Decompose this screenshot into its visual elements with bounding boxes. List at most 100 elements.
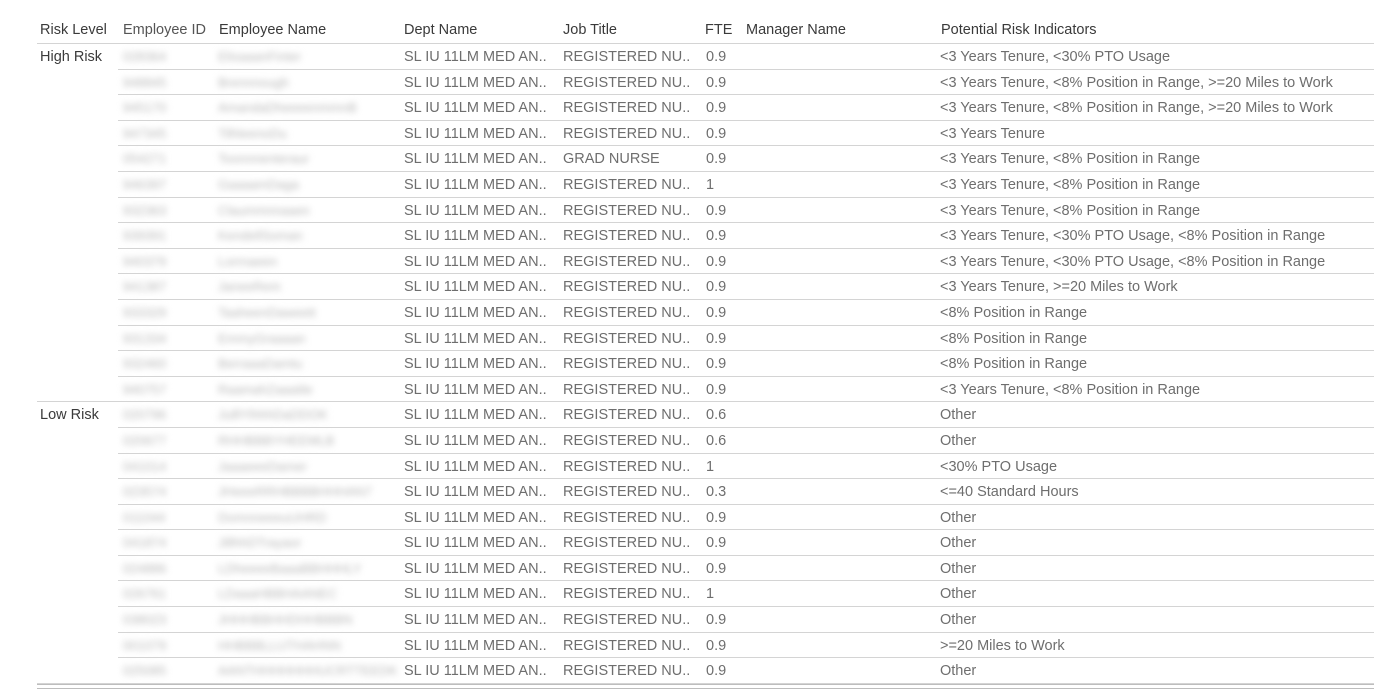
- table-row[interactable]: 940379 Lorrnaeen SL IU 11LM MED AN.. REGIST…: [118, 249, 1374, 275]
- employee-name-cell: LDaaaHBBHAANEC: [218, 586, 338, 602]
- job-title-cell: REGISTERED NU..: [563, 176, 691, 193]
- employee-name-cell: Lorrnaeen: [218, 253, 278, 269]
- dept-name-cell: SL IU 11LM MED AN..: [404, 560, 547, 577]
- fte-cell: 0.9: [706, 330, 727, 347]
- fte-cell: 0.6: [706, 432, 727, 449]
- risk-indicators-cell: <8% Position in Range: [940, 304, 1088, 321]
- risk-indicators-cell: <3 Years Tenure, <30% PTO Usage, <8% Pos…: [940, 253, 1326, 270]
- employee-id-cell: 028364: [123, 49, 167, 64]
- employee-id-cell: 946397: [123, 176, 167, 192]
- fte-cell: 0.9: [706, 304, 727, 321]
- header-fte[interactable]: FTE: [705, 22, 732, 38]
- risk-indicators-cell: Other: [940, 612, 977, 629]
- dept-name-cell: SL IU 11LM MED AN..: [404, 125, 547, 142]
- risk-indicators-cell: <3 Years Tenure, <8% Position in Range, …: [940, 74, 1333, 91]
- dept-name-cell: SL IU 11LM MED AN..: [404, 612, 547, 629]
- employee-id-cell: 932363: [123, 202, 167, 218]
- table-row[interactable]: 038023 JHHHBBHHDHHBBBN SL IU 11LM MED AN..…: [118, 607, 1374, 633]
- table-header-row: Risk Level Employee ID Employee Name Dep…: [37, 18, 1374, 44]
- table-row[interactable]: 041874 JillhhDTrayaor SL IU 11LM MED AN.. R…: [118, 530, 1374, 556]
- fte-cell: 0.9: [706, 535, 727, 552]
- fte-cell: 0.9: [706, 151, 727, 168]
- table-row[interactable]: 931334 EmmyGraaaan SL IU 11LM MED AN.. REGI…: [118, 326, 1374, 352]
- dept-name-cell: SL IU 11LM MED AN..: [404, 228, 547, 245]
- dept-name-cell: SL IU 11LM MED AN..: [404, 484, 547, 501]
- employee-name-cell: JaaaeeeDamer: [218, 458, 307, 474]
- table-row[interactable]: 939391 KendellSoman SL IU 11LM MED AN.. REG…: [118, 223, 1374, 249]
- dept-name-cell: SL IU 11LM MED AN..: [404, 535, 547, 552]
- table-row[interactable]: 945170 AmandaDheeeenmmnB SL IU 11LM MED AN…: [118, 95, 1374, 121]
- fte-cell: 0.9: [706, 100, 727, 117]
- employee-id-cell: 001079: [123, 637, 167, 653]
- risk-indicators-cell: Other: [940, 586, 977, 603]
- table-row[interactable]: 001079 HHBBBLLUTHAHNN SL IU 11LM MED AN.. R…: [118, 633, 1374, 659]
- employee-name-cell: AmandaDheeeenmmnB: [218, 100, 357, 116]
- table-row[interactable]: 026761 LDaaaHBBHAANEC SL IU 11LM MED AN.. R…: [118, 581, 1374, 608]
- job-title-cell: REGISTERED NU..: [563, 407, 691, 424]
- risk-indicators-cell: Other: [940, 560, 977, 577]
- job-title-cell: REGISTERED NU..: [563, 253, 691, 270]
- employee-id-cell: 041014: [123, 458, 167, 474]
- dept-name-cell: SL IU 11LM MED AN..: [404, 663, 547, 680]
- employee-name-cell: Toonnnenteraur: [218, 151, 310, 167]
- job-title-cell: REGISTERED NU..: [563, 228, 691, 245]
- dept-name-cell: SL IU 11LM MED AN..: [404, 49, 547, 65]
- risk-indicators-cell: Other: [940, 535, 977, 552]
- employee-name-cell: GaaaamDaga: [218, 176, 299, 192]
- header-job-title[interactable]: Job Title: [563, 22, 617, 38]
- job-title-cell: REGISTERED NU..: [563, 535, 691, 552]
- table-row[interactable]: 025085 AANTHHHHHHHUCRTTEEDKA SL IU 11LM ME…: [118, 658, 1374, 683]
- risk-group: High Risk 028364 ElisaaanFinter SL IU 11LM …: [37, 44, 1374, 403]
- fte-cell: 0.9: [706, 560, 727, 577]
- table-row[interactable]: 946397 GaaaamDaga SL IU 11LM MED AN.. REGIS…: [118, 172, 1374, 198]
- table-row[interactable]: 932460 BerraaaDamtu SL IU 11LM MED AN.. REG…: [118, 351, 1374, 377]
- table-row[interactable]: 041014 JaaaeeeDamer SL IU 11LM MED AN.. REG…: [118, 454, 1374, 480]
- fte-cell: 0.9: [706, 253, 727, 270]
- header-risk-indicators[interactable]: Potential Risk Indicators: [941, 22, 1097, 38]
- header-employee-id[interactable]: Employee ID: [123, 22, 206, 38]
- fte-cell: 0.9: [706, 509, 727, 526]
- risk-indicators-cell: <3 Years Tenure, <30% PTO Usage: [940, 49, 1171, 65]
- job-title-cell: REGISTERED NU..: [563, 560, 691, 577]
- table-row[interactable]: 028364 ElisaaanFinter SL IU 11LM MED AN.. R…: [118, 44, 1374, 70]
- risk-indicators-cell: <3 Years Tenure, <30% PTO Usage, <8% Pos…: [940, 228, 1326, 245]
- employee-id-cell: 038023: [123, 612, 167, 628]
- employee-id-cell: 025085: [123, 663, 167, 679]
- header-dept-name[interactable]: Dept Name: [404, 22, 477, 38]
- table-row[interactable]: 020796 JulllYlhhhDaDDOK SL IU 11LM MED AN.…: [118, 402, 1374, 428]
- risk-indicators-cell: <3 Years Tenure, <8% Position in Range: [940, 202, 1201, 219]
- fte-cell: 0.3: [706, 484, 727, 501]
- header-manager-name[interactable]: Manager Name: [746, 22, 846, 38]
- employee-name-cell: RaamahZaaaiile: [218, 381, 313, 397]
- table-row[interactable]: 948845 Brennnough SL IU 11LM MED AN.. REGIS…: [118, 70, 1374, 96]
- header-employee-name[interactable]: Employee Name: [219, 22, 326, 38]
- employee-id-cell: 932460: [123, 356, 167, 372]
- table-row[interactable]: 020677 RHHBBBYHEEMLB SL IU 11LM MED AN.. RE…: [118, 428, 1374, 454]
- risk-indicators-cell: Other: [940, 407, 977, 424]
- table-row[interactable]: 941387 JaneeRem SL IU 11LM MED AN.. REGISTE…: [118, 274, 1374, 300]
- dept-name-cell: SL IU 11LM MED AN..: [404, 637, 547, 654]
- risk-indicators-cell: <30% PTO Usage: [940, 458, 1058, 475]
- job-title-cell: REGISTERED NU..: [563, 330, 691, 347]
- table-row[interactable]: 024886 LDheeeeBaaaBBHHHLY SL IU 11LM MED A…: [118, 556, 1374, 582]
- employee-name-cell: JulllYlhhhDaDDOK: [218, 407, 328, 423]
- dept-name-cell: SL IU 11LM MED AN..: [404, 407, 547, 424]
- risk-level-label[interactable]: High Risk: [40, 49, 102, 65]
- table-row[interactable]: 947345 TilhleenoDu SL IU 11LM MED AN.. REGI…: [118, 121, 1374, 147]
- employee-id-cell: 939391: [123, 228, 167, 244]
- header-risk-level[interactable]: Risk Level: [40, 22, 107, 38]
- table-row[interactable]: 054271 Toonnnenteraur SL IU 11LM MED AN.. G…: [118, 146, 1374, 172]
- job-title-cell: REGISTERED NU..: [563, 484, 691, 501]
- table-row[interactable]: 023574 JHeeeRRHBBBBHHHAN7 SL IU 11LM MED A…: [118, 479, 1374, 505]
- table-row[interactable]: 011044 DomnneeeuUHRD SL IU 11LM MED AN.. RE…: [118, 505, 1374, 531]
- job-title-cell: REGISTERED NU..: [563, 509, 691, 526]
- table-row[interactable]: 933329 TaaheenDaweett SL IU 11LM MED AN.. R…: [118, 300, 1374, 326]
- employee-name-cell: TilhleenoDu: [218, 125, 287, 141]
- table-row[interactable]: 940757 RaamahZaaaiile SL IU 11LM MED AN.. R…: [118, 377, 1374, 402]
- employee-name-cell: DomnneeeuUHRD: [218, 509, 327, 525]
- fte-cell: 0.9: [706, 279, 727, 296]
- employee-name-cell: JillhhDTrayaor: [218, 535, 302, 551]
- table-row[interactable]: 932363 Claummnnaaen SL IU 11LM MED AN.. REG…: [118, 198, 1374, 224]
- job-title-cell: REGISTERED NU..: [563, 458, 691, 475]
- risk-level-label[interactable]: Low Risk: [40, 407, 99, 423]
